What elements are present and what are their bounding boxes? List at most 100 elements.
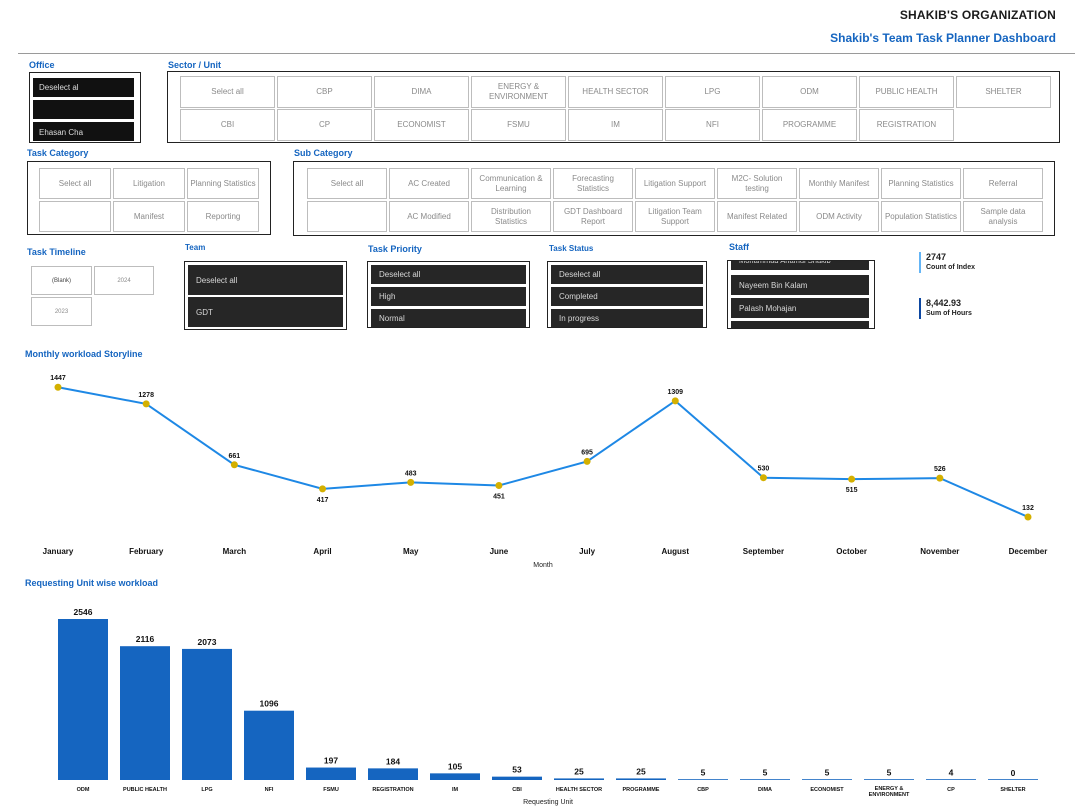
office-item-label: Ehasan Cha [39,128,84,137]
line-tick-october: October [836,547,867,556]
priority-high[interactable]: High [371,287,526,306]
task-category-manifest[interactable]: Manifest [113,201,185,232]
task-category-label: Task Category [27,148,89,158]
sector-btn-energy[interactable]: ENERGY & ENVIRONMENT [471,76,566,108]
task-category-blank[interactable] [39,201,111,232]
sector-select-all[interactable]: Select all [180,76,275,108]
kpi-hours-bar [919,298,921,319]
bar-nfi [244,710,294,780]
line-data-label: 451 [493,494,505,501]
bar-chart-xlabel: Requesting Unit [523,799,573,806]
sector-btn-programme[interactable]: PROGRAMME [762,109,857,141]
task-category-litigation[interactable]: Litigation [113,168,185,199]
staff-item[interactable]: Nayeem Bin Kalam [731,275,869,295]
line-tick-june: June [490,547,509,556]
sub-category-population[interactable]: Population Statistics [881,201,961,232]
sub-category-litigation-team[interactable]: Litigation Team Support [635,201,715,232]
status-slicer: Deselect all Completed In progress [547,261,707,328]
sector-btn-health-sector[interactable]: HEALTH SECTOR [568,76,663,108]
status-in-progress[interactable]: In progress [551,309,703,327]
sector-btn-lpg[interactable]: LPG [665,76,760,108]
bar-dima [740,779,790,780]
sub-category-slicer: Select all AC Created Communication & Le… [293,161,1055,236]
sector-btn-economist[interactable]: ECONOMIST [374,109,469,141]
bar-value-label: 5 [763,768,768,778]
team-deselect-all[interactable]: Deselect all [188,265,343,295]
timeline-2023[interactable]: 2023 [31,297,92,326]
bar-public-health [120,646,170,780]
sector-btn-fsmu[interactable]: FSMU [471,109,566,141]
sector-btn-im[interactable]: IM [568,109,663,141]
bar-tick-cbi: CBI [512,787,522,793]
priority-label: Task Priority [368,244,422,254]
sub-category-manifest-related[interactable]: Manifest Related [717,201,797,232]
bar-economist [802,779,852,780]
bar-shelter [988,779,1038,780]
line-tick-july: July [579,547,596,556]
sub-category-distribution[interactable]: Distribution Statistics [471,201,551,232]
bar-value-label: 5 [887,768,892,778]
kpi-hours-label: Sum of Hours [926,310,972,317]
sub-category-litigation-support[interactable]: Litigation Support [635,168,715,199]
sector-btn-public-health[interactable]: PUBLIC HEALTH [859,76,954,108]
sector-btn-cbp[interactable]: CBP [277,76,372,108]
sub-category-m2c[interactable]: M2C- Solution testing [717,168,797,199]
sub-category-communication[interactable]: Communication & Learning [471,168,551,199]
line-tick-december: December [1009,547,1048,556]
task-category-slicer: Select all Litigation Planning Statistic… [27,161,271,235]
sub-category-forecasting[interactable]: Forecasting Statistics [553,168,633,199]
sector-btn-dima[interactable]: DIMA [374,76,469,108]
task-category-planning[interactable]: Planning Statistics [187,168,259,199]
sector-btn-cbi[interactable]: CBI [180,109,275,141]
bar-value-label: 2073 [198,637,217,647]
sector-btn-odm[interactable]: ODM [762,76,857,108]
line-data-label: 1309 [667,389,683,396]
line-chart-title: Monthly workload Storyline [25,349,143,359]
sector-btn-nfi[interactable]: NFI [665,109,760,141]
status-completed[interactable]: Completed [551,287,703,306]
status-deselect-all[interactable]: Deselect all [551,265,703,284]
line-chart-xlabel: Month [533,562,553,569]
team-slicer: Deselect all GDT [184,261,347,330]
sub-category-gdt-dashboard[interactable]: GDT Dashboard Report [553,201,633,232]
kpi-count-value: 2747 [926,252,947,262]
staff-item[interactable]: Sabbir Hossain [731,321,869,328]
task-category-reporting[interactable]: Reporting [187,201,259,232]
sub-category-blank[interactable] [307,201,387,232]
bar-tick-economist: ECONOMIST [810,787,844,793]
bar-value-label: 2116 [136,634,155,644]
priority-slicer: Deselect all High Normal [367,261,530,328]
office-slicer[interactable]: Deselect al Ehasan Cha [29,72,141,143]
sub-category-planning-statistics[interactable]: Planning Statistics [881,168,961,199]
bar-programme [616,778,666,780]
sub-category-sample-data[interactable]: Sample data analysis [963,201,1043,232]
office-item-redacted[interactable] [33,100,134,119]
priority-normal[interactable]: Normal [371,309,526,327]
timeline-2024[interactable]: 2024 [94,266,154,295]
sub-category-odm-activity[interactable]: ODM Activity [799,201,879,232]
sub-category-monthly-manifest[interactable]: Monthly Manifest [799,168,879,199]
bar-tick-odm: ODM [77,787,90,793]
bar-value-label: 25 [574,766,584,776]
sub-category-ac-created[interactable]: AC Created [389,168,469,199]
sector-btn-shelter[interactable]: SHELTER [956,76,1051,108]
staff-item[interactable]: Palash Mohajan [731,298,869,318]
staff-slicer[interactable]: Mohammad Anamul Shakib Nayeem Bin Kalam … [727,260,875,329]
task-category-select-all[interactable]: Select all [39,168,111,199]
bar-chart: Requesting Unit 2546 ODM 2116 PUBLIC HEALTH… [58,607,1038,806]
timeline-blank[interactable]: (Blank) [31,266,92,295]
priority-deselect-all[interactable]: Deselect all [371,265,526,284]
line-data-label: 483 [405,470,417,477]
sub-category-select-all[interactable]: Select all [307,168,387,199]
office-item-deselect[interactable]: Deselect al [33,78,134,97]
sub-category-referral[interactable]: Referral [963,168,1043,199]
office-item-label: Deselect al [39,83,79,92]
sub-category-ac-modified[interactable]: AC Modified [389,201,469,232]
team-gdt[interactable]: GDT [188,297,343,327]
office-item-person[interactable]: Ehasan Cha [33,122,134,141]
bar-tick-lpg: LPG [201,787,212,793]
staff-item[interactable]: Mohammad Anamul Shakib [731,261,869,270]
sector-btn-cp[interactable]: CP [277,109,372,141]
line-point-october [848,475,856,483]
sector-btn-registration[interactable]: REGISTRATION [859,109,954,141]
